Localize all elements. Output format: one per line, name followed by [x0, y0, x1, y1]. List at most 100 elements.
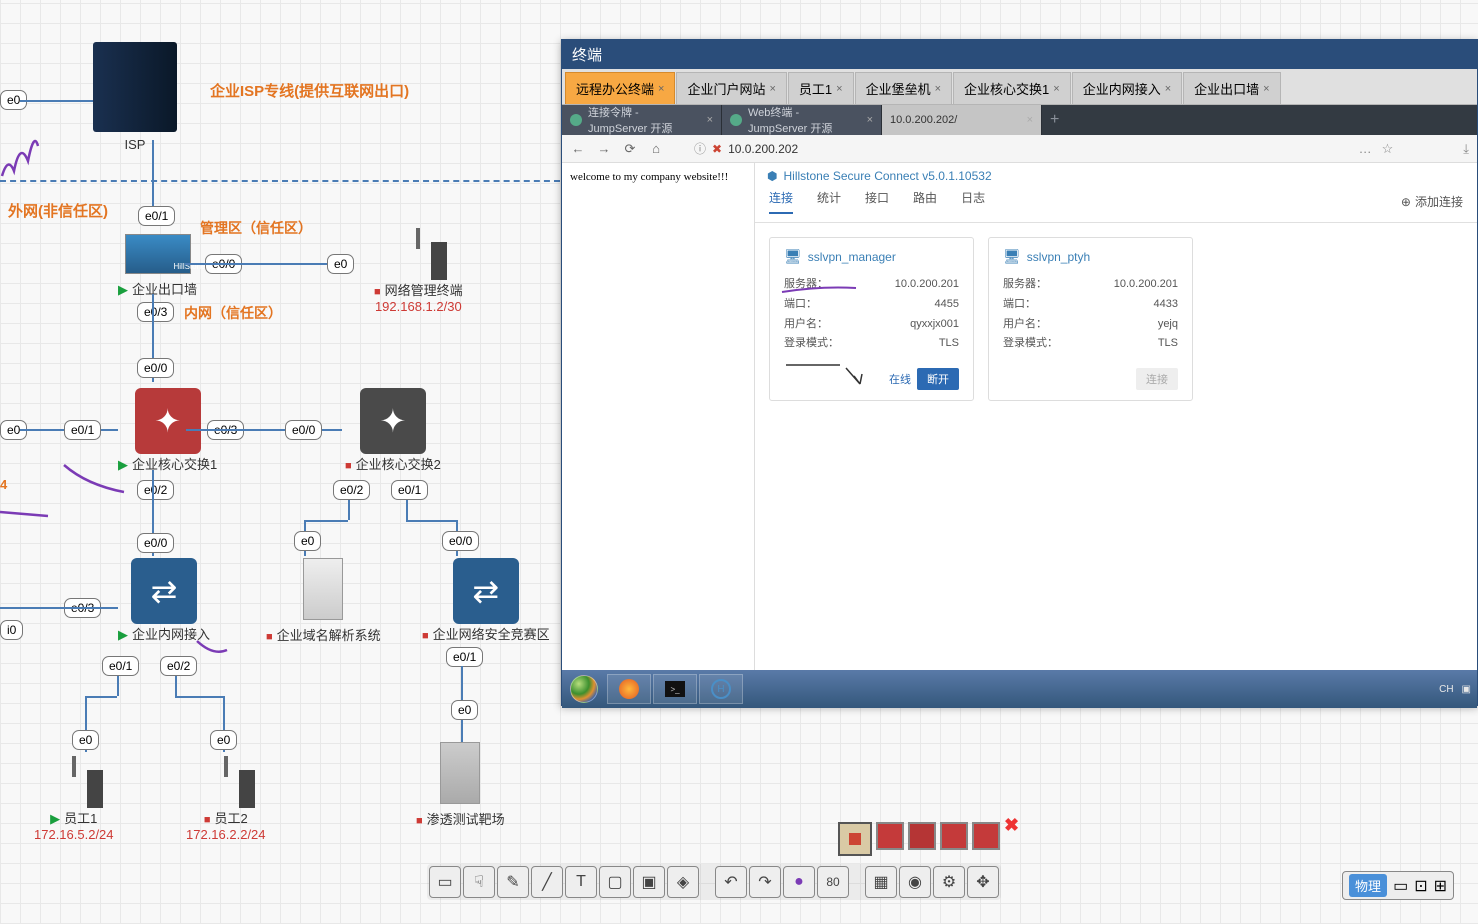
- firewall-node[interactable]: 企业出口墙: [118, 234, 197, 298]
- tool-expand[interactable]: ✥: [967, 866, 999, 898]
- terminal-tab[interactable]: 企业堡垒机×: [855, 72, 952, 104]
- add-connection-button[interactable]: 添加连接: [1401, 189, 1463, 214]
- nav-route[interactable]: 路由: [913, 189, 937, 214]
- vpn-connection-card[interactable]: sslvpn_ptyh 服务器：10.0.200.201 端口：4433 用户名…: [988, 237, 1193, 401]
- server-icon: [440, 742, 480, 804]
- color-swatch[interactable]: [838, 822, 872, 856]
- color-swatch[interactable]: [876, 822, 904, 850]
- close-icon[interactable]: ×: [658, 83, 664, 95]
- tool-select[interactable]: ▭: [429, 866, 461, 898]
- terminal-tab[interactable]: 远程办公终端×: [565, 72, 675, 104]
- tool-line[interactable]: ╱: [531, 866, 563, 898]
- more-icon[interactable]: …: [1359, 141, 1372, 156]
- tool-text[interactable]: T: [565, 866, 597, 898]
- browser-tab[interactable]: Web终端 - JumpServer 开源×: [722, 105, 882, 135]
- disconnect-button[interactable]: 断开: [917, 368, 959, 390]
- close-icon[interactable]: ×: [707, 114, 713, 126]
- security-zone-node[interactable]: ⇄ 企业网络安全竞赛区: [422, 558, 550, 643]
- nav-log[interactable]: 日志: [961, 189, 985, 214]
- vpn-connection-card[interactable]: sslvpn_manager 服务器：10.0.200.201 端口：4455 …: [769, 237, 974, 401]
- browser-tab[interactable]: 10.0.200.202/×: [882, 105, 1042, 135]
- tool-stamp[interactable]: ▣: [633, 866, 665, 898]
- system-tray[interactable]: CH▣: [1433, 682, 1477, 697]
- reload-icon[interactable]: ⟳: [622, 141, 638, 157]
- emp2-ip: 172.16.2.2/24: [186, 827, 266, 842]
- close-icon[interactable]: ×: [867, 114, 873, 126]
- port-label: e0/2: [137, 480, 174, 500]
- close-icon[interactable]: ×: [1027, 114, 1033, 126]
- tool-pointer[interactable]: ☟: [463, 866, 495, 898]
- terminal-tab[interactable]: 企业出口墙×: [1183, 72, 1280, 104]
- close-icon[interactable]: ×: [769, 83, 775, 95]
- tool-pen[interactable]: ✎: [497, 866, 529, 898]
- download-icon[interactable]: ⤓: [1463, 141, 1469, 157]
- close-icon[interactable]: ×: [1165, 83, 1171, 95]
- connector: [175, 676, 177, 696]
- employee1-node[interactable]: 员工1 172.16.5.2/24: [34, 758, 114, 842]
- nav-stats[interactable]: 统计: [817, 189, 841, 214]
- mode-icon[interactable]: ▭: [1393, 876, 1408, 896]
- terminal-tab[interactable]: 员工1×: [788, 72, 854, 104]
- value-mode: TLS: [1158, 334, 1178, 354]
- forward-icon[interactable]: →: [596, 141, 612, 157]
- value-server: 10.0.200.201: [895, 275, 959, 295]
- connector: [20, 100, 95, 102]
- tool-eraser[interactable]: ◈: [667, 866, 699, 898]
- back-icon[interactable]: ←: [570, 141, 586, 157]
- terminal-tab[interactable]: 企业核心交换1×: [953, 72, 1071, 104]
- start-button[interactable]: [562, 670, 606, 708]
- switch-icon: ✦: [135, 388, 201, 454]
- port-label: e0/1: [446, 647, 483, 667]
- terminal-tab-strip: 远程办公终端× 企业门户网站× 员工1× 企业堡垒机× 企业核心交换1× 企业内…: [562, 69, 1477, 105]
- connector: [304, 520, 348, 522]
- core-switch-2-node[interactable]: ✦ 企业核心交换2: [345, 388, 441, 473]
- tool-size[interactable]: 80: [817, 866, 849, 898]
- nav-connection[interactable]: 连接: [769, 189, 793, 214]
- star-icon[interactable]: ☆: [1382, 141, 1394, 157]
- dns-node[interactable]: 企业域名解析系统: [266, 558, 381, 644]
- close-icon[interactable]: ×: [935, 83, 941, 95]
- color-swatch[interactable]: [972, 822, 1000, 850]
- color-swatch[interactable]: [940, 822, 968, 850]
- tool-undo[interactable]: ↶: [715, 866, 747, 898]
- tool-color[interactable]: ●: [783, 866, 815, 898]
- target-node[interactable]: 渗透测试靶场: [416, 742, 505, 828]
- taskbar-hillstone[interactable]: H: [699, 674, 743, 704]
- home-icon[interactable]: ⌂: [648, 141, 664, 157]
- color-swatch[interactable]: [908, 822, 936, 850]
- port-label: e0: [294, 531, 321, 551]
- close-icon[interactable]: ×: [836, 83, 842, 95]
- server-icon: [303, 558, 343, 620]
- new-tab-button[interactable]: +: [1042, 111, 1067, 129]
- taskbar-cmd[interactable]: >_: [653, 674, 697, 704]
- mgmt-terminal-node[interactable]: 网络管理终端 192.168.1.2/30: [374, 230, 463, 314]
- isp-node[interactable]: ISP: [93, 42, 177, 152]
- tray-icon[interactable]: ▣: [1462, 684, 1471, 695]
- tool-redo[interactable]: ↷: [749, 866, 781, 898]
- terminal-title-bar[interactable]: 终端: [562, 40, 1477, 69]
- annotation-toolbar: ▭ ☟ ✎ ╱ T ▢ ▣ ◈ ↶ ↷ ● 80 ▦ ◉ ⚙ ✥: [427, 864, 1001, 900]
- nav-interface[interactable]: 接口: [865, 189, 889, 214]
- tool-grid[interactable]: ▦: [865, 866, 897, 898]
- windows-taskbar[interactable]: >_ H CH▣: [562, 670, 1477, 708]
- port-label: e0/3: [137, 302, 174, 322]
- tool-settings[interactable]: ⚙: [933, 866, 965, 898]
- access-switch-node[interactable]: ⇄ 企业内网接入: [118, 558, 210, 643]
- close-x-icon[interactable]: ✖: [1004, 815, 1019, 836]
- close-icon[interactable]: ×: [1263, 83, 1269, 95]
- taskbar-firefox[interactable]: [607, 674, 651, 704]
- emp2-label: 员工2: [214, 811, 247, 826]
- terminal-tab[interactable]: 企业内网接入×: [1072, 72, 1182, 104]
- mode-icon[interactable]: ⊞: [1434, 876, 1447, 896]
- employee2-node[interactable]: 员工2 172.16.2.2/24: [186, 758, 266, 842]
- core1-label: 企业核心交换1: [132, 457, 217, 472]
- mode-label[interactable]: 物理: [1349, 874, 1387, 897]
- tool-layers[interactable]: ◉: [899, 866, 931, 898]
- tool-rect[interactable]: ▢: [599, 866, 631, 898]
- close-icon[interactable]: ×: [1053, 83, 1059, 95]
- mode-icon[interactable]: ⊡: [1414, 876, 1427, 896]
- connect-button[interactable]: 连接: [1136, 368, 1178, 390]
- terminal-tab[interactable]: 企业门户网站×: [676, 72, 786, 104]
- address-field[interactable]: ✖10.0.200.202: [694, 140, 798, 157]
- browser-tab[interactable]: 连接令牌 - JumpServer 开源×: [562, 105, 722, 135]
